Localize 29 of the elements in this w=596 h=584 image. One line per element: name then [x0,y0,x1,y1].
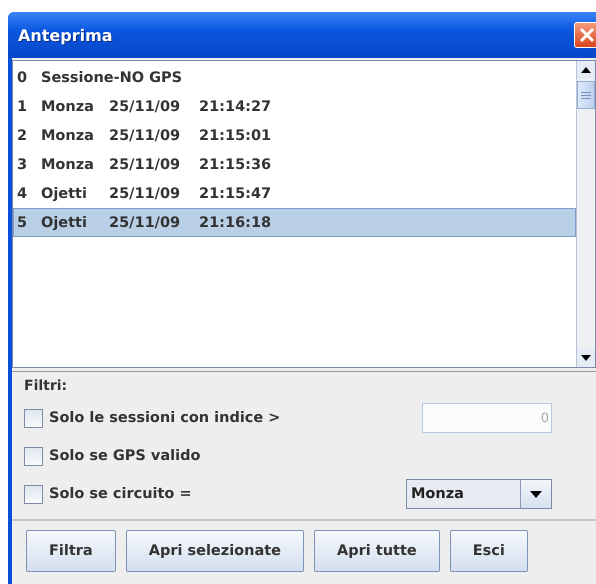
action-button[interactable]: Apri tutte [314,530,440,572]
action-button[interactable]: Esci [450,530,528,572]
close-button[interactable] [574,22,596,48]
scrollbar[interactable] [576,61,595,367]
close-icon [579,27,595,43]
filter-label: Solo se circuito = [49,486,192,502]
filters-title: Filtri: [24,378,68,394]
checkbox[interactable] [24,484,43,504]
filter-checkbox[interactable]: Solo se GPS valido [24,446,200,466]
down-arrow-icon [581,355,591,361]
window-title: Anteprima [18,26,113,44]
filter-label: Solo le sessioni con indice > [49,410,280,426]
scrollbar-thumb[interactable] [577,81,595,109]
session-item[interactable]: 2 Monza 25/11/09 21:15:01 [13,121,576,150]
action-button[interactable]: Apri selezionate [126,530,304,572]
session-item[interactable]: 5 Ojetti 25/11/09 21:16:18 [13,208,576,237]
session-item[interactable]: 1 Monza 25/11/09 21:14:27 [13,92,576,121]
action-button[interactable]: Filtra [26,530,116,572]
up-arrow-icon [581,67,591,73]
checkbox[interactable] [24,446,43,466]
checkbox[interactable] [24,408,43,428]
session-item[interactable]: 4 Ojetti 25/11/09 21:15:47 [13,179,576,208]
filter-checkbox[interactable]: Solo se circuito = [24,484,192,504]
caret-icon [530,490,542,498]
session-item[interactable]: 0 Sessione-NO GPS [13,63,576,92]
filter-label: Solo se GPS valido [49,448,200,464]
session-item[interactable]: 3 Monza 25/11/09 21:15:36 [13,150,576,179]
filter-checkbox[interactable]: Solo le sessioni con indice > [24,408,280,428]
circuit-dropdown[interactable]: Monza [406,479,552,509]
